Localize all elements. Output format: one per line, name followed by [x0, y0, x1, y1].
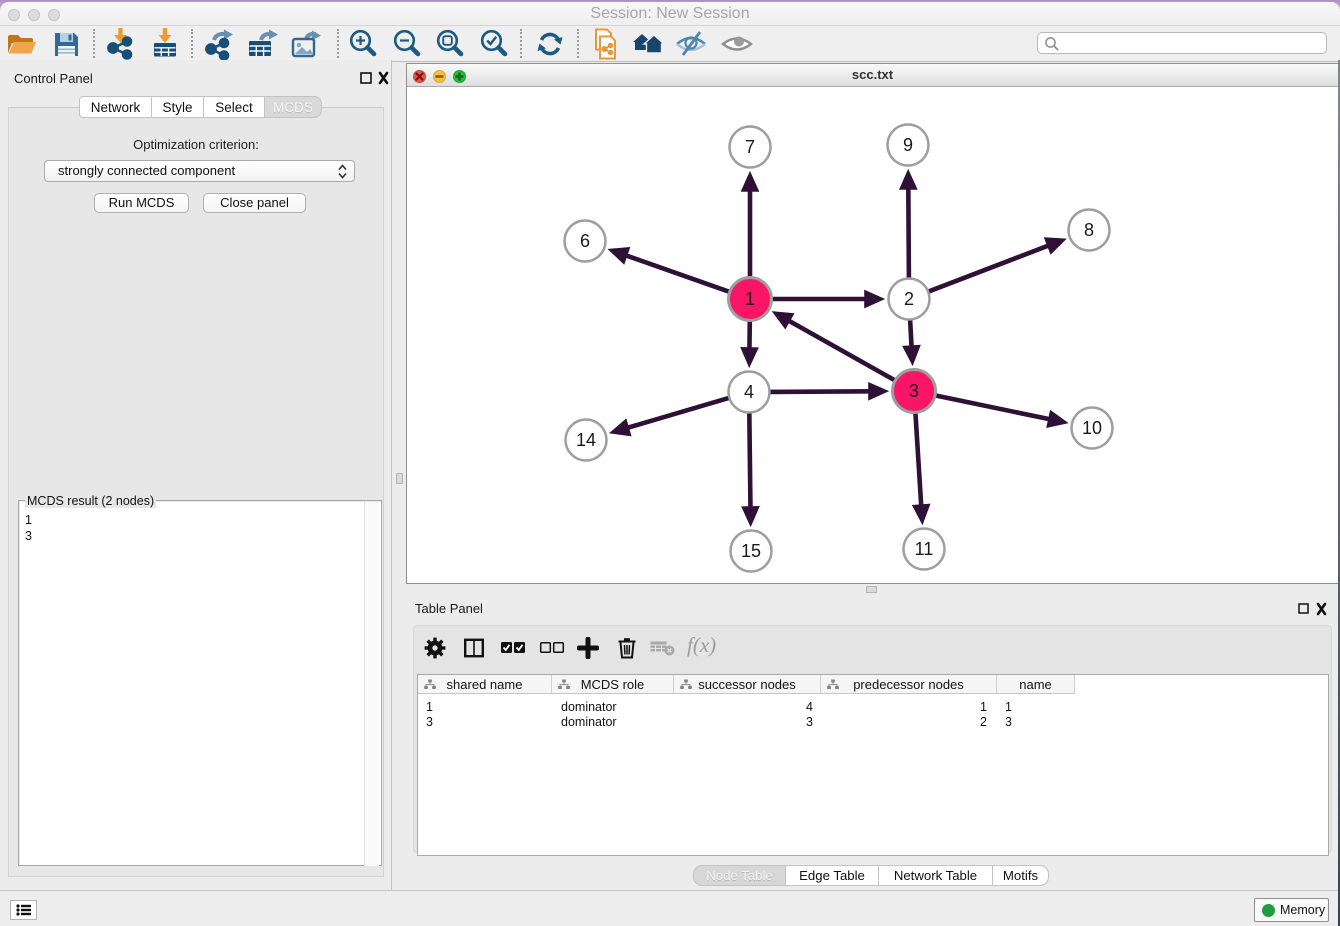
- svg-text:4: 4: [744, 382, 754, 402]
- svg-text:6: 6: [580, 231, 590, 251]
- svg-text:14: 14: [576, 430, 596, 450]
- svg-text:15: 15: [741, 541, 761, 561]
- svg-text:11: 11: [915, 539, 934, 559]
- svg-text:8: 8: [1084, 220, 1094, 240]
- svg-text:1: 1: [745, 289, 755, 309]
- svg-text:9: 9: [903, 135, 913, 155]
- svg-text:10: 10: [1082, 418, 1102, 438]
- svg-text:2: 2: [904, 289, 914, 309]
- svg-text:3: 3: [909, 381, 919, 401]
- svg-text:7: 7: [745, 137, 755, 157]
